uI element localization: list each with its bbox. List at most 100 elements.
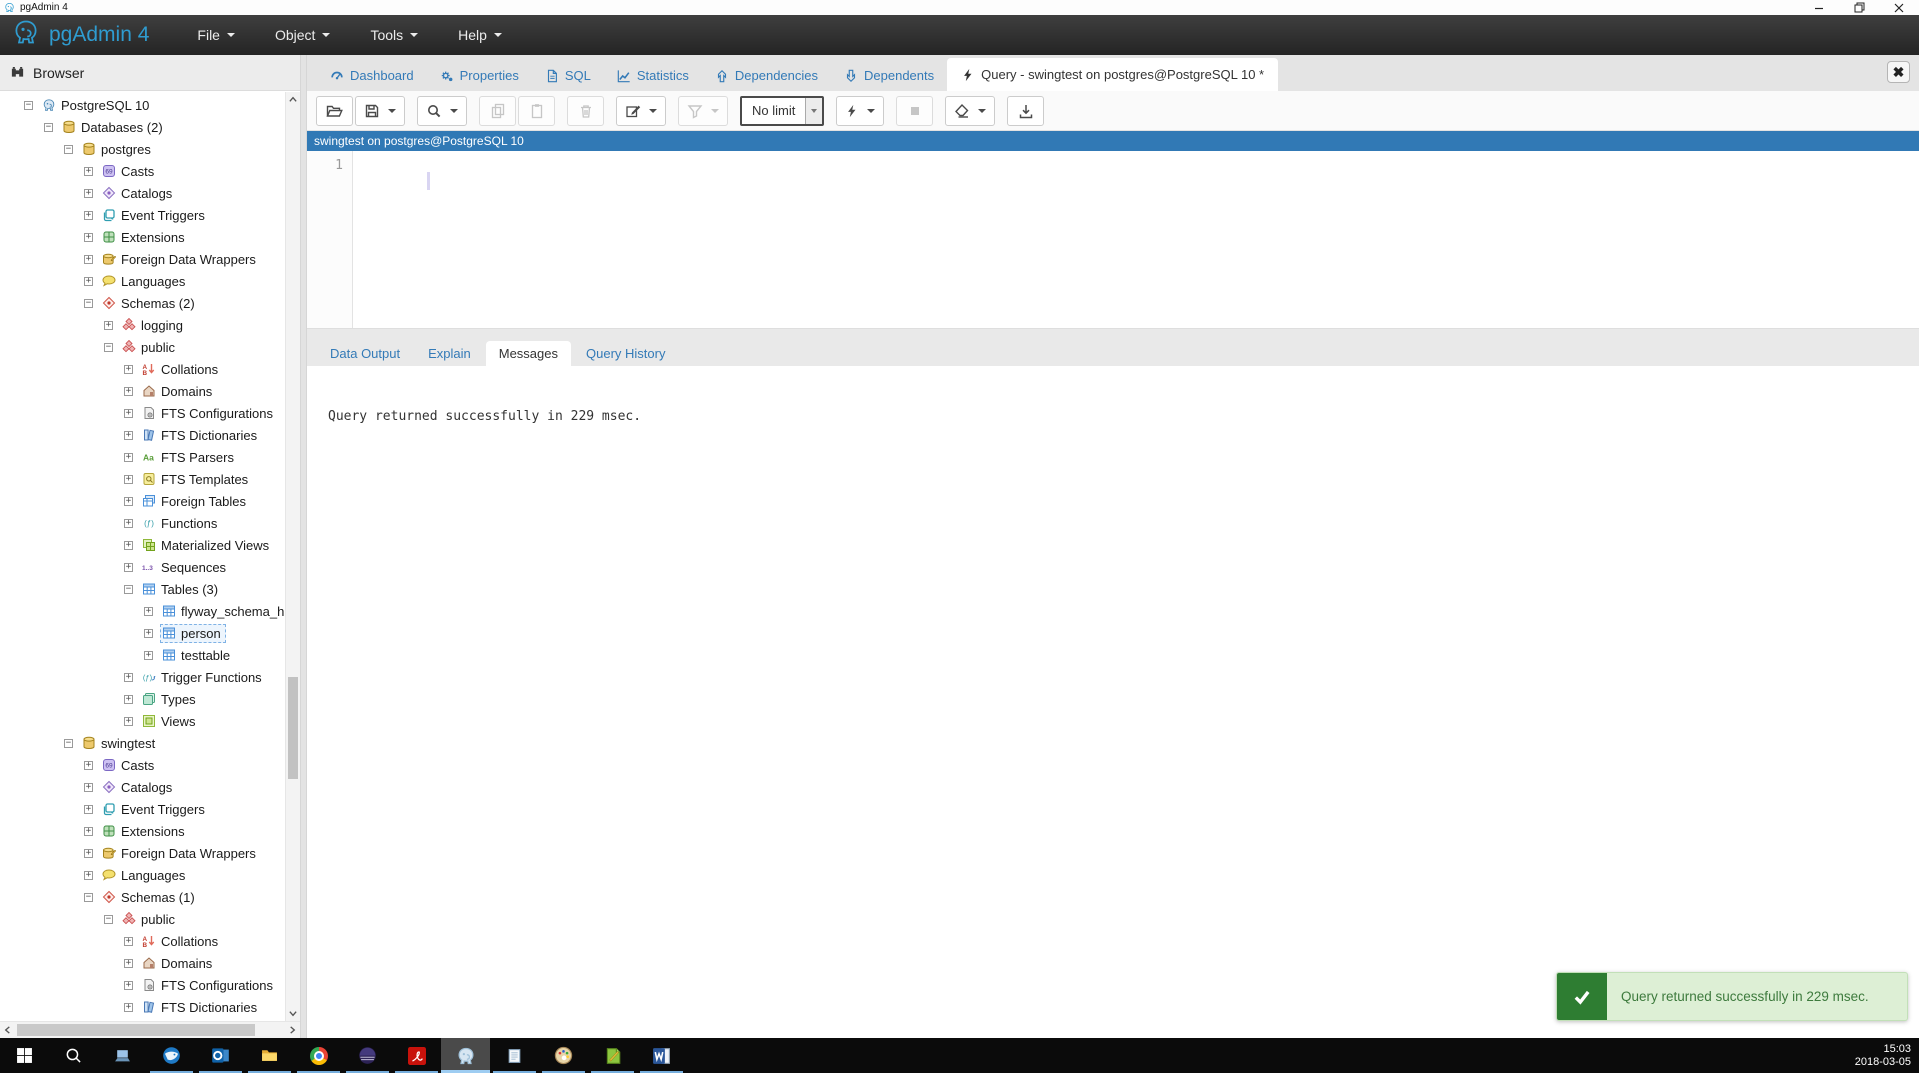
expand-toggle[interactable] (124, 981, 133, 990)
save-button[interactable] (355, 96, 405, 126)
expand-toggle[interactable] (124, 563, 133, 572)
limit-select[interactable]: No limit (740, 96, 824, 126)
tree-item[interactable]: Domains (0, 952, 300, 974)
document-tab[interactable]: Query - swingtest on postgres@PostgreSQL… (947, 58, 1278, 91)
taskbar-item[interactable] (245, 1038, 294, 1073)
taskbar-item[interactable] (637, 1038, 686, 1073)
tree-item[interactable]: FTS Templates (0, 468, 300, 490)
expand-toggle[interactable] (84, 211, 93, 220)
close-button[interactable] (1879, 0, 1919, 15)
editor-output-splitter[interactable] (307, 328, 1919, 339)
expand-toggle[interactable] (84, 805, 93, 814)
tree-item[interactable]: Event Triggers (0, 798, 300, 820)
tree-item[interactable]: Views (0, 710, 300, 732)
expand-toggle[interactable] (124, 585, 133, 594)
expand-toggle[interactable] (84, 167, 93, 176)
tree-item[interactable]: flyway_schema_h (0, 600, 300, 622)
tree-item[interactable]: 69 Casts (0, 754, 300, 776)
tree-item[interactable]: postgres (0, 138, 300, 160)
tree-item[interactable]: FTS Configurations (0, 974, 300, 996)
find-button[interactable] (417, 96, 467, 126)
tree-item[interactable]: (ƒ) Trigger Functions (0, 666, 300, 688)
expand-toggle[interactable] (124, 959, 133, 968)
taskbar-item[interactable] (49, 1038, 98, 1073)
tree-item[interactable]: FTS Dictionaries (0, 424, 300, 446)
tree-item[interactable]: Materialized Views (0, 534, 300, 556)
open-file-button[interactable] (316, 96, 353, 126)
expand-toggle[interactable] (104, 915, 113, 924)
menu-item[interactable]: Help (438, 15, 522, 55)
tree-item[interactable]: Schemas (2) (0, 292, 300, 314)
dropdown-caret-icon[interactable] (649, 109, 657, 113)
output-tab[interactable]: Query History (573, 341, 678, 366)
dropdown-caret-icon[interactable] (711, 109, 719, 113)
stop-button[interactable] (896, 96, 933, 126)
tree-item[interactable]: Extensions (0, 226, 300, 248)
tree-item[interactable]: logging (0, 314, 300, 336)
expand-toggle[interactable] (84, 849, 93, 858)
expand-toggle[interactable] (104, 321, 113, 330)
tree-item[interactable]: FTS Configurations (0, 402, 300, 424)
scroll-up-arrow[interactable] (286, 92, 300, 107)
tree-item[interactable]: public (0, 908, 300, 930)
expand-toggle[interactable] (124, 431, 133, 440)
expand-toggle[interactable] (144, 607, 153, 616)
expand-toggle[interactable] (124, 717, 133, 726)
taskbar-item[interactable] (0, 1038, 49, 1073)
scroll-down-arrow[interactable] (286, 1006, 300, 1021)
filter-button[interactable] (678, 96, 728, 126)
delete-button[interactable] (567, 96, 604, 126)
tree-item[interactable]: public (0, 336, 300, 358)
paste-button[interactable] (518, 96, 555, 126)
expand-toggle[interactable] (84, 893, 93, 902)
menu-item[interactable]: Object (255, 15, 350, 55)
dropdown-caret-icon[interactable] (978, 109, 986, 113)
expand-toggle[interactable] (124, 453, 133, 462)
expand-toggle[interactable] (124, 497, 133, 506)
scroll-right-arrow[interactable] (285, 1022, 300, 1038)
tree-item[interactable]: Languages (0, 270, 300, 292)
taskbar-item[interactable] (196, 1038, 245, 1073)
output-tab[interactable]: Explain (415, 341, 484, 366)
document-tab[interactable]: Statistics (604, 60, 702, 91)
expand-toggle[interactable] (44, 123, 53, 132)
download-button[interactable] (1007, 96, 1044, 126)
tree-item[interactable]: FTS Dictionaries (0, 996, 300, 1018)
document-tab[interactable]: SQL (532, 60, 604, 91)
code-area[interactable] (353, 151, 1919, 328)
tree-item[interactable]: Schemas (1) (0, 886, 300, 908)
dropdown-caret-icon[interactable] (867, 109, 875, 113)
output-tab[interactable]: Data Output (317, 341, 413, 366)
expand-toggle[interactable] (124, 695, 133, 704)
tree-item[interactable]: Foreign Data Wrappers (0, 842, 300, 864)
menu-item[interactable]: File (177, 15, 255, 55)
vertical-scroll-thumb[interactable] (288, 677, 298, 779)
expand-toggle[interactable] (144, 651, 153, 660)
tree-item[interactable]: Catalogs (0, 182, 300, 204)
expand-toggle[interactable] (84, 871, 93, 880)
expand-toggle[interactable] (84, 827, 93, 836)
taskbar-item[interactable] (98, 1038, 147, 1073)
tree-item[interactable]: Catalogs (0, 776, 300, 798)
expand-toggle[interactable] (124, 1003, 133, 1012)
sql-editor[interactable]: 1 (307, 151, 1919, 328)
tree-item[interactable]: 1..3 Sequences (0, 556, 300, 578)
sidebar-horizontal-scrollbar[interactable] (0, 1021, 300, 1038)
document-tab[interactable]: Properties (427, 60, 532, 91)
taskbar-item[interactable] (343, 1038, 392, 1073)
dropdown-caret-icon[interactable] (388, 109, 396, 113)
tree-item[interactable]: Types (0, 688, 300, 710)
panel-splitter[interactable] (300, 55, 307, 1038)
taskbar-item[interactable] (294, 1038, 343, 1073)
expand-toggle[interactable] (64, 145, 73, 154)
taskbar-item[interactable] (490, 1038, 539, 1073)
document-tab[interactable]: Dependents (831, 60, 947, 91)
minimize-button[interactable] (1799, 0, 1839, 15)
taskbar-item[interactable] (147, 1038, 196, 1073)
tree-item[interactable]: PostgreSQL 10 (0, 94, 300, 116)
execute-button[interactable] (836, 96, 884, 126)
expand-toggle[interactable] (124, 475, 133, 484)
tree-item[interactable]: Aa FTS Parsers (0, 446, 300, 468)
expand-toggle[interactable] (124, 541, 133, 550)
close-panel-button[interactable]: ✖ (1887, 61, 1910, 83)
